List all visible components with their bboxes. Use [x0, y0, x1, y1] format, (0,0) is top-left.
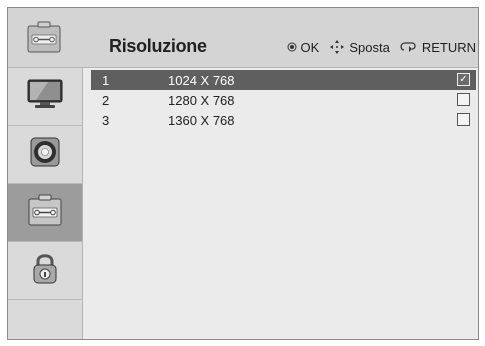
speaker-icon: [30, 137, 60, 172]
hint-move-label: Sposta: [349, 39, 390, 55]
sidebar: [8, 68, 83, 339]
resolution-list: 1 1024 X 768 ✓ 2 1280 X 768 3 1360 X 768: [83, 68, 478, 339]
list-item[interactable]: 3 1360 X 768: [91, 110, 476, 130]
hint-ok-label: OK: [300, 39, 320, 55]
ok-dot-icon: [287, 42, 297, 52]
sidebar-item-picture[interactable]: [8, 68, 82, 126]
page-title: Risoluzione: [109, 36, 207, 56]
item-index: 2: [102, 93, 110, 108]
tools-icon: [28, 194, 62, 231]
item-index: 1: [102, 73, 110, 88]
item-checkbox[interactable]: [457, 113, 470, 126]
list-item[interactable]: 1 1024 X 768 ✓: [91, 70, 476, 90]
list-item[interactable]: 2 1280 X 768: [91, 90, 476, 110]
osd-window: Risoluzione OK Sposta RETURN 1 1024 X 76…: [7, 7, 479, 340]
tools-icon: [25, 18, 63, 56]
key-hints: OK Sposta RETURN: [277, 39, 476, 55]
lock-icon: [31, 251, 59, 290]
return-icon: [400, 40, 418, 54]
hint-return-label: RETURN: [421, 39, 476, 55]
hint-return: RETURN: [400, 40, 476, 55]
hint-ok: OK: [287, 39, 320, 55]
item-checkbox[interactable]: [457, 93, 470, 106]
monitor-icon: [26, 78, 64, 115]
item-checkbox[interactable]: ✓: [457, 73, 470, 86]
move-arrows-icon: [329, 39, 345, 55]
sidebar-item-lock[interactable]: [8, 242, 82, 300]
hint-move: Sposta: [329, 39, 390, 55]
item-index: 3: [102, 113, 110, 128]
item-resolution: 1360 X 768: [168, 113, 235, 128]
sidebar-item-audio[interactable]: [8, 126, 82, 184]
item-resolution: 1024 X 768: [168, 73, 235, 88]
header-bar: Risoluzione OK Sposta RETURN: [8, 8, 478, 68]
sidebar-item-setup[interactable]: [8, 184, 82, 242]
item-resolution: 1280 X 768: [168, 93, 235, 108]
